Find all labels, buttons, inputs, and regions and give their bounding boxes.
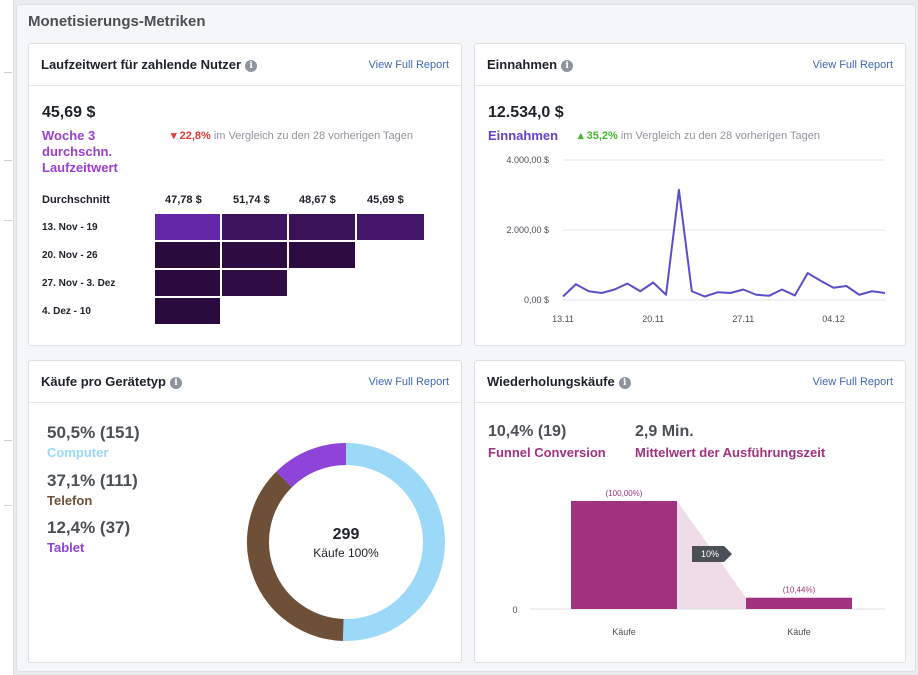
cohort-row-label: 13. Nov - 19	[42, 222, 98, 233]
ltv-label-line: Woche 3	[42, 128, 96, 143]
revenue-label: Einnahmen	[488, 128, 559, 143]
card-header: Laufzeitwert für zahlende Nutzer i View F…	[29, 44, 461, 86]
ltv-change-percent: 22,8%	[179, 130, 211, 142]
y-tick-label: 0,00 $	[524, 295, 549, 305]
info-icon[interactable]: i	[245, 60, 258, 72]
funnel-bar-chart[interactable]: 0 (100,00%) Käufe (10,44%) Käufe 10%	[475, 471, 906, 661]
ltv-comparison: ▾ 22,8% im Vergleich zu den 28 vorherige…	[171, 129, 413, 142]
x-tick-label: 04.12	[822, 314, 845, 324]
y-tick-label: 4.000,00 $	[506, 155, 549, 165]
up-arrow-icon: ▴	[578, 130, 584, 142]
funnel-bar	[746, 597, 852, 609]
cohort-cell[interactable]	[289, 214, 355, 240]
left-sidebar-edge	[0, 0, 14, 675]
device-card: Käufe pro Gerätetyp i View Full Report 50…	[28, 360, 462, 663]
device-name: Tablet	[47, 540, 85, 555]
card-title: Wiederholungskäufe i	[487, 374, 631, 389]
x-tick-label: 27.11	[732, 314, 754, 324]
cohort-cell[interactable]	[155, 242, 220, 268]
y-tick-label: 2.000,00 $	[506, 225, 549, 235]
revenue-change-percent: 35,2%	[586, 130, 618, 142]
funnel-conversion-value: 10,4% (19)	[488, 423, 567, 440]
ltv-card: Laufzeitwert für zahlende Nutzer i View F…	[28, 43, 462, 346]
down-arrow-icon: ▾	[171, 130, 177, 142]
bar-data-label: (100,00%)	[606, 489, 643, 498]
cohort-cell[interactable]	[222, 214, 287, 240]
view-full-report-link[interactable]: View Full Report	[813, 376, 894, 388]
revenue-card: Einnahmen i View Full Report 12.534,0 $ E…	[474, 43, 906, 346]
card-title: Einnahmen i	[487, 57, 574, 72]
sidebar-divider	[4, 440, 12, 441]
cohort-cell[interactable]	[155, 298, 220, 324]
ltv-label-line: Laufzeitwert	[42, 160, 118, 175]
card-header: Wiederholungskäufe i View Full Report	[475, 361, 905, 403]
conversion-badge-label: 10%	[701, 549, 719, 559]
comparison-text: im Vergleich zu den 28 vorherigen Tagen	[620, 130, 821, 142]
cohort-row-label: 4. Dez - 10	[42, 306, 91, 317]
avg-time-value: 2,9 Min.	[635, 423, 694, 440]
repeat-purchases-card: Wiederholungskäufe i View Full Report 10,…	[474, 360, 906, 663]
card-title-text: Wiederholungskäufe	[487, 374, 615, 389]
card-header: Einnahmen i View Full Report	[475, 44, 905, 86]
device-donut-chart[interactable]: 299 Käufe 100%	[241, 437, 451, 647]
revenue-line-chart[interactable]: 4.000,00 $ 2.000,00 $ 0,00 $13.11 20.11 27.1…	[475, 144, 906, 344]
view-full-report-link[interactable]: View Full Report	[369, 376, 450, 388]
device-value: 50,5% (151)	[47, 423, 140, 442]
donut-center-label: Käufe 100%	[313, 546, 379, 560]
y-tick-label: 0	[512, 605, 517, 615]
comparison-text: im Vergleich zu den 28 vorherigen Tagen	[213, 130, 414, 142]
ltv-label-line: durchschn.	[42, 144, 113, 159]
revenue-series-line	[562, 188, 886, 298]
monetization-panel: Monetisierungs-Metriken Laufzeitwert für…	[16, 4, 916, 672]
cohort-cell[interactable]	[222, 242, 287, 268]
sidebar-divider	[4, 72, 12, 73]
cohort-cell[interactable]	[289, 242, 355, 268]
cohort-cell[interactable]	[222, 270, 287, 296]
card-title: Käufe pro Gerätetyp i	[41, 374, 182, 389]
x-tick-label: 20.11	[642, 314, 664, 324]
cohort-cell[interactable]	[357, 214, 424, 240]
sidebar-divider	[4, 505, 12, 506]
device-value: 37,1% (111)	[47, 471, 138, 490]
funnel-conversion-label: Funnel Conversion	[488, 445, 606, 460]
avg-time-label: Mittelwert der Ausführungszeit	[635, 445, 826, 460]
sidebar-divider	[4, 220, 12, 221]
funnel-bar	[571, 501, 677, 609]
device-name: Telefon	[47, 493, 93, 508]
donut-center-value: 299	[333, 526, 360, 543]
info-icon[interactable]: i	[561, 60, 574, 72]
cohort-cell[interactable]	[155, 270, 220, 296]
x-tick-label: Käufe	[787, 627, 811, 637]
device-name: Computer	[47, 445, 109, 460]
cohort-column-head: 51,74 $	[233, 194, 270, 206]
cohort-cell[interactable]	[155, 214, 220, 240]
cohort-column-head: 48,67 $	[299, 194, 336, 206]
cohort-column-head: 47,78 $	[165, 194, 202, 206]
donut-slice-tablet	[276, 443, 347, 488]
info-icon[interactable]: i	[169, 377, 182, 389]
x-tick-label: 13.11	[552, 314, 574, 324]
cohort-average-label: Durchschnitt	[42, 194, 110, 206]
ltv-label: Woche 3 durchschn. Laufzeitwert	[42, 128, 118, 176]
view-full-report-link[interactable]: View Full Report	[813, 59, 894, 71]
revenue-value: 12.534,0 $	[488, 104, 564, 121]
card-header: Käufe pro Gerätetyp i View Full Report	[29, 361, 461, 403]
card-title-text: Einnahmen	[487, 57, 558, 72]
bar-data-label: (10,44%)	[783, 586, 816, 595]
ltv-value: 45,69 $	[42, 104, 96, 121]
view-full-report-link[interactable]: View Full Report	[369, 59, 450, 71]
card-title-text: Käufe pro Gerätetyp	[41, 374, 166, 389]
sidebar-divider	[4, 160, 12, 161]
section-title: Monetisierungs-Metriken	[28, 13, 206, 30]
device-value: 12,4% (37)	[47, 518, 131, 537]
info-icon[interactable]: i	[618, 377, 631, 389]
cohort-row-label: 20. Nov - 26	[42, 250, 98, 261]
cohort-row-label: 27. Nov - 3. Dez	[42, 278, 116, 289]
card-title-text: Laufzeitwert für zahlende Nutzer	[41, 57, 242, 72]
cohort-column-head: 45,69 $	[367, 194, 404, 206]
x-tick-label: Käufe	[612, 627, 636, 637]
revenue-comparison: ▴ 35,2% im Vergleich zu den 28 vorherige…	[578, 129, 820, 142]
card-title: Laufzeitwert für zahlende Nutzer i	[41, 57, 258, 72]
